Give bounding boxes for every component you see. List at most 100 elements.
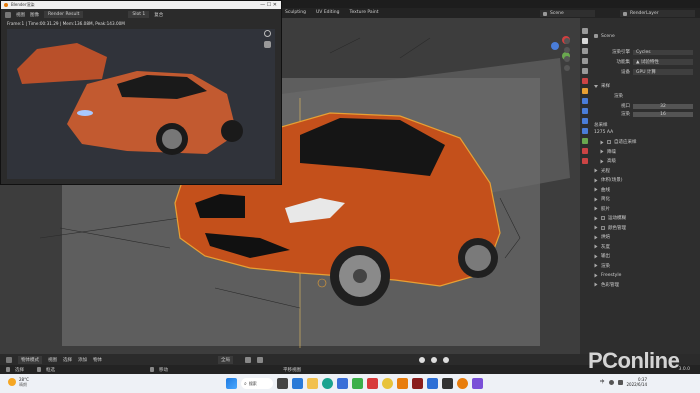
snap-icon[interactable] (245, 356, 251, 363)
pivot-dropdown[interactable]: 全局 (218, 355, 233, 364)
scene-selector[interactable]: Scene (540, 10, 595, 17)
feature-set-dropdown[interactable]: ▲ 试验特性 (633, 59, 693, 65)
properties-section[interactable]: 胶片 (594, 205, 610, 213)
shading-rendered-icon[interactable] (443, 356, 449, 363)
menu-view[interactable]: 视图 (16, 12, 25, 18)
properties-section[interactable]: 运动模糊 (594, 214, 626, 222)
taskbar-search[interactable]: ⌕ 搜索 (241, 378, 273, 389)
scene-icon (594, 34, 598, 38)
view-layer-selector[interactable]: RenderLayer (620, 10, 695, 17)
properties-section[interactable]: 降噪 (600, 148, 616, 156)
properties-section[interactable]: 体积(场景) (594, 176, 623, 184)
edge-icon[interactable] (322, 378, 333, 389)
sampling-panel-header[interactable]: 采样 (594, 82, 610, 90)
app-icon-green[interactable] (352, 378, 363, 389)
output-tab-icon[interactable] (582, 48, 588, 54)
viewport-samples-field[interactable]: 32 (633, 103, 693, 109)
weather-widget[interactable]: 28°C 晴朗 (8, 377, 29, 387)
section-label: 简化 (601, 197, 610, 202)
tab-uv-editing[interactable]: UV Editing (316, 10, 339, 15)
view-layer-tab-icon[interactable] (582, 58, 588, 64)
app-icon-purple[interactable] (472, 378, 483, 389)
chrome-icon[interactable] (382, 378, 393, 389)
menu-select[interactable]: 选择 (63, 357, 72, 363)
properties-section[interactable]: 自适应采样 (600, 138, 637, 146)
properties-section[interactable]: 色彩管理 (594, 281, 619, 289)
zoom-icon[interactable] (564, 38, 570, 44)
properties-section[interactable]: Freestyle (594, 271, 621, 279)
grid-icon[interactable] (564, 65, 570, 71)
section-label: 曲线 (601, 187, 610, 193)
properties-section[interactable]: 输出 (594, 252, 610, 260)
data-tab-icon[interactable] (582, 138, 588, 144)
mail-icon[interactable] (427, 378, 438, 389)
file-explorer-icon[interactable] (307, 378, 318, 389)
proportional-edit-icon[interactable] (257, 356, 263, 363)
image-selector[interactable]: Render Result (44, 11, 84, 18)
world-tab-icon[interactable] (582, 78, 588, 84)
particles-tab-icon[interactable] (582, 108, 588, 114)
menu-add[interactable]: 添加 (78, 357, 87, 363)
material-tab-icon[interactable] (582, 148, 588, 154)
tool-tab-icon[interactable] (582, 28, 588, 34)
properties-section[interactable]: 烘焙 (594, 233, 610, 241)
render-zoom-icon[interactable] (264, 30, 271, 37)
render-pan-icon[interactable] (264, 41, 271, 48)
section-checkbox[interactable] (601, 225, 605, 230)
properties-section[interactable]: 高级 (600, 157, 616, 165)
texture-tab-icon[interactable] (582, 158, 588, 164)
camera-icon[interactable] (564, 56, 570, 62)
tab-texture-paint[interactable]: Texture Paint (350, 10, 379, 15)
scene-tab-icon[interactable] (582, 68, 588, 74)
menu-object[interactable]: 物体 (93, 357, 102, 363)
widgets-icon[interactable] (292, 378, 303, 389)
app-icon-dark[interactable] (412, 378, 423, 389)
constraint-tab-icon[interactable] (582, 128, 588, 134)
render-tab-icon[interactable] (582, 38, 588, 44)
window-controls[interactable]: — ☐ ✕ (260, 2, 281, 8)
store-icon[interactable] (337, 378, 348, 389)
shading-material-icon[interactable] (431, 356, 437, 363)
slot-selector[interactable]: Slot 1 (128, 11, 150, 18)
properties-section[interactable]: 渲染 (594, 262, 610, 270)
scene-icon (543, 11, 547, 16)
menu-image[interactable]: 图像 (30, 12, 39, 18)
section-checkbox[interactable] (607, 140, 611, 144)
app-icon-red[interactable] (367, 378, 378, 389)
modifier-tab-icon[interactable] (582, 98, 588, 104)
taskview-icon[interactable] (277, 378, 288, 389)
tab-sculpting[interactable]: Sculpting (285, 10, 306, 15)
section-label: 胶片 (601, 206, 610, 212)
input-language[interactable]: 中 (600, 379, 605, 385)
editor-type-icon[interactable] (6, 356, 12, 363)
blender-taskbar-icon[interactable] (457, 378, 468, 389)
shading-solid-icon[interactable] (419, 356, 425, 363)
properties-section[interactable]: 简化 (594, 195, 610, 203)
engine-dropdown[interactable]: Cycles (633, 49, 693, 55)
properties-tab-column (582, 28, 590, 288)
sampling-subheader: 渲染 (614, 94, 623, 99)
viewport-samples-row: 视口 32 (604, 102, 693, 110)
terminal-icon[interactable] (442, 378, 453, 389)
section-label: 颜色管理 (608, 225, 626, 231)
properties-section[interactable]: 曲线 (594, 186, 610, 194)
clock[interactable]: 0:37 2022/6/14 (627, 377, 648, 387)
render-window-titlebar: Blender渲染 — ☐ ✕ (1, 1, 281, 9)
section-checkbox[interactable] (601, 216, 605, 220)
mode-dropdown[interactable]: 物体模式 (18, 355, 42, 364)
app-icon-orange[interactable] (397, 378, 408, 389)
menu-view[interactable]: 视图 (48, 357, 57, 363)
physics-tab-icon[interactable] (582, 118, 588, 124)
editor-type-icon[interactable] (5, 11, 11, 18)
device-dropdown[interactable]: GPU 计算 (633, 69, 693, 75)
properties-section[interactable]: 光程 (594, 167, 610, 175)
properties-section[interactable]: 颜色管理 (594, 224, 626, 232)
start-button[interactable] (226, 378, 237, 389)
render-samples-field[interactable]: 16 (633, 111, 693, 117)
volume-icon[interactable] (617, 379, 623, 385)
hand-icon[interactable] (564, 47, 570, 53)
properties-section[interactable]: 灰度 (594, 243, 610, 251)
wifi-icon[interactable] (608, 379, 614, 385)
view-layer-dropdown[interactable]: 复合 (154, 12, 163, 18)
object-tab-icon[interactable] (582, 88, 588, 94)
